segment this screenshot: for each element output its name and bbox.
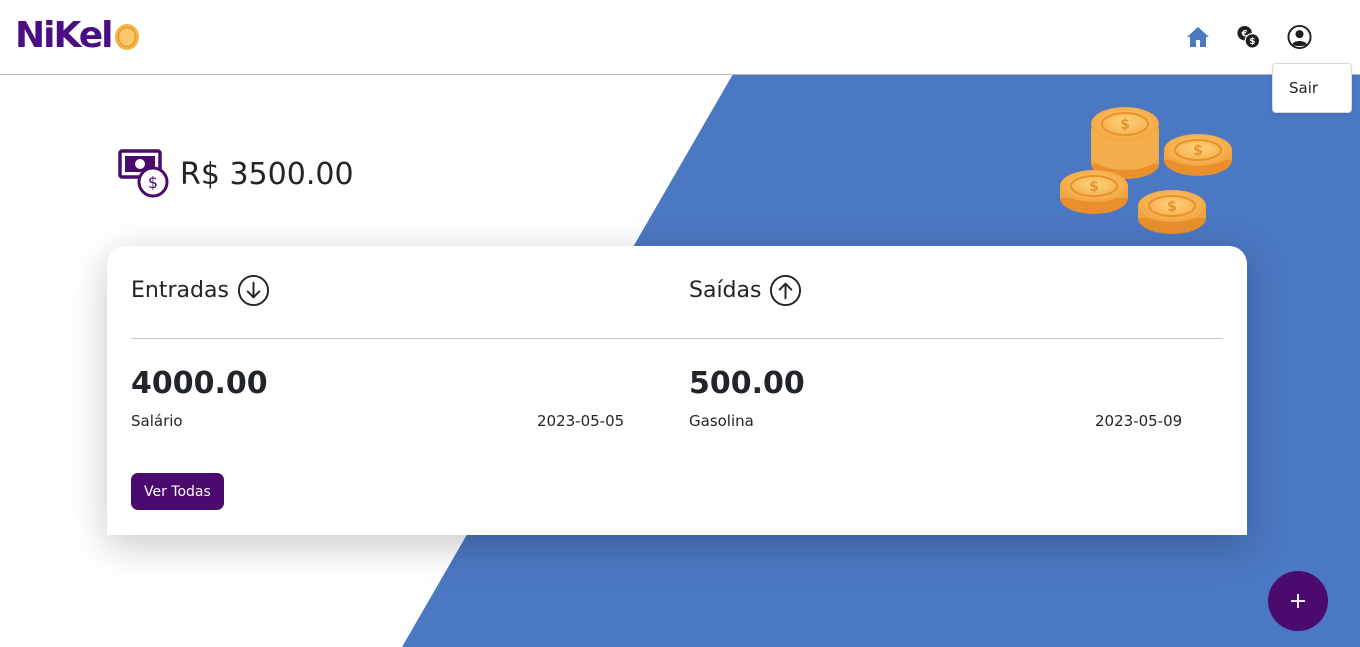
brand-logo-text: NiKel	[15, 15, 113, 56]
arrow-down-circle-icon	[237, 274, 269, 307]
exchange-money-icon[interactable]: € $	[1236, 24, 1261, 49]
saidas-title: Saídas	[689, 278, 762, 303]
card-divider	[131, 338, 1223, 339]
nav-icon-group: € $	[1185, 24, 1312, 49]
add-transaction-button[interactable]: +	[1268, 571, 1328, 631]
plus-icon: +	[1288, 588, 1308, 614]
saidas-header: Saídas	[689, 274, 802, 307]
svg-text:$: $	[1167, 199, 1177, 215]
view-all-button[interactable]: Ver Todas	[131, 473, 224, 510]
home-icon[interactable]	[1185, 24, 1210, 49]
brand-logo[interactable]: NiKel	[15, 14, 141, 58]
saidas-date: 2023-05-09	[1095, 412, 1183, 430]
entradas-date: 2023-05-05	[537, 412, 625, 430]
svg-text:$: $	[1193, 143, 1203, 159]
logout-menu-item[interactable]: Sair	[1273, 79, 1318, 97]
svg-text:$: $	[1120, 117, 1130, 133]
coins-stack-illustration: $ $ $ $	[1060, 107, 1232, 234]
balance-display: $ R$ 3500.00	[118, 148, 354, 200]
coin-logo-icon	[114, 24, 139, 50]
svg-text:$: $	[1089, 179, 1099, 195]
entradas-description: Salário	[131, 412, 183, 430]
dashboard-page: NiKel € $ Sair $ R$ 3500.00 $ $ $ $ Entr…	[0, 0, 1360, 647]
money-bill-icon: $	[118, 149, 169, 198]
entradas-title: Entradas	[131, 278, 229, 303]
arrow-up-circle-icon	[770, 274, 802, 307]
top-navbar: NiKel € $	[0, 0, 1360, 75]
saidas-description: Gasolina	[689, 412, 754, 430]
transactions-summary-card: Entradas Saídas 4000.00 Salário 2023-05-…	[107, 246, 1247, 535]
entradas-header: Entradas	[131, 274, 270, 307]
user-dropdown-menu: Sair	[1272, 63, 1352, 113]
user-circle-icon[interactable]	[1287, 24, 1312, 49]
svg-text:$: $	[148, 173, 158, 192]
entradas-amount: 4000.00	[131, 366, 268, 401]
svg-text:$: $	[1249, 37, 1255, 47]
balance-amount: R$ 3500.00	[180, 156, 354, 192]
saidas-amount: 500.00	[689, 366, 805, 401]
